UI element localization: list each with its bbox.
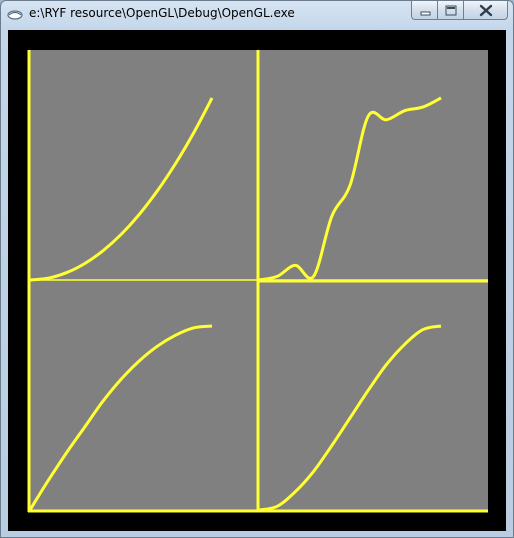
window-title: e:\RYF resource\OpenGL\Debug\OpenGL.exe	[29, 6, 295, 20]
app-window: e:\RYF resource\OpenGL\Debug\OpenGL.exe	[0, 0, 514, 538]
minimize-icon	[420, 11, 431, 16]
window-app-icon	[7, 10, 23, 20]
maximize-button[interactable]	[438, 1, 464, 20]
viewport-plots	[27, 50, 488, 513]
minimize-button[interactable]	[411, 1, 438, 20]
close-button[interactable]	[464, 1, 508, 20]
maximize-icon	[445, 5, 457, 16]
close-icon	[479, 4, 493, 17]
caption-buttons	[411, 1, 508, 21]
title-bar[interactable]: e:\RYF resource\OpenGL\Debug\OpenGL.exe	[1, 1, 513, 29]
opengl-canvas	[8, 30, 506, 531]
